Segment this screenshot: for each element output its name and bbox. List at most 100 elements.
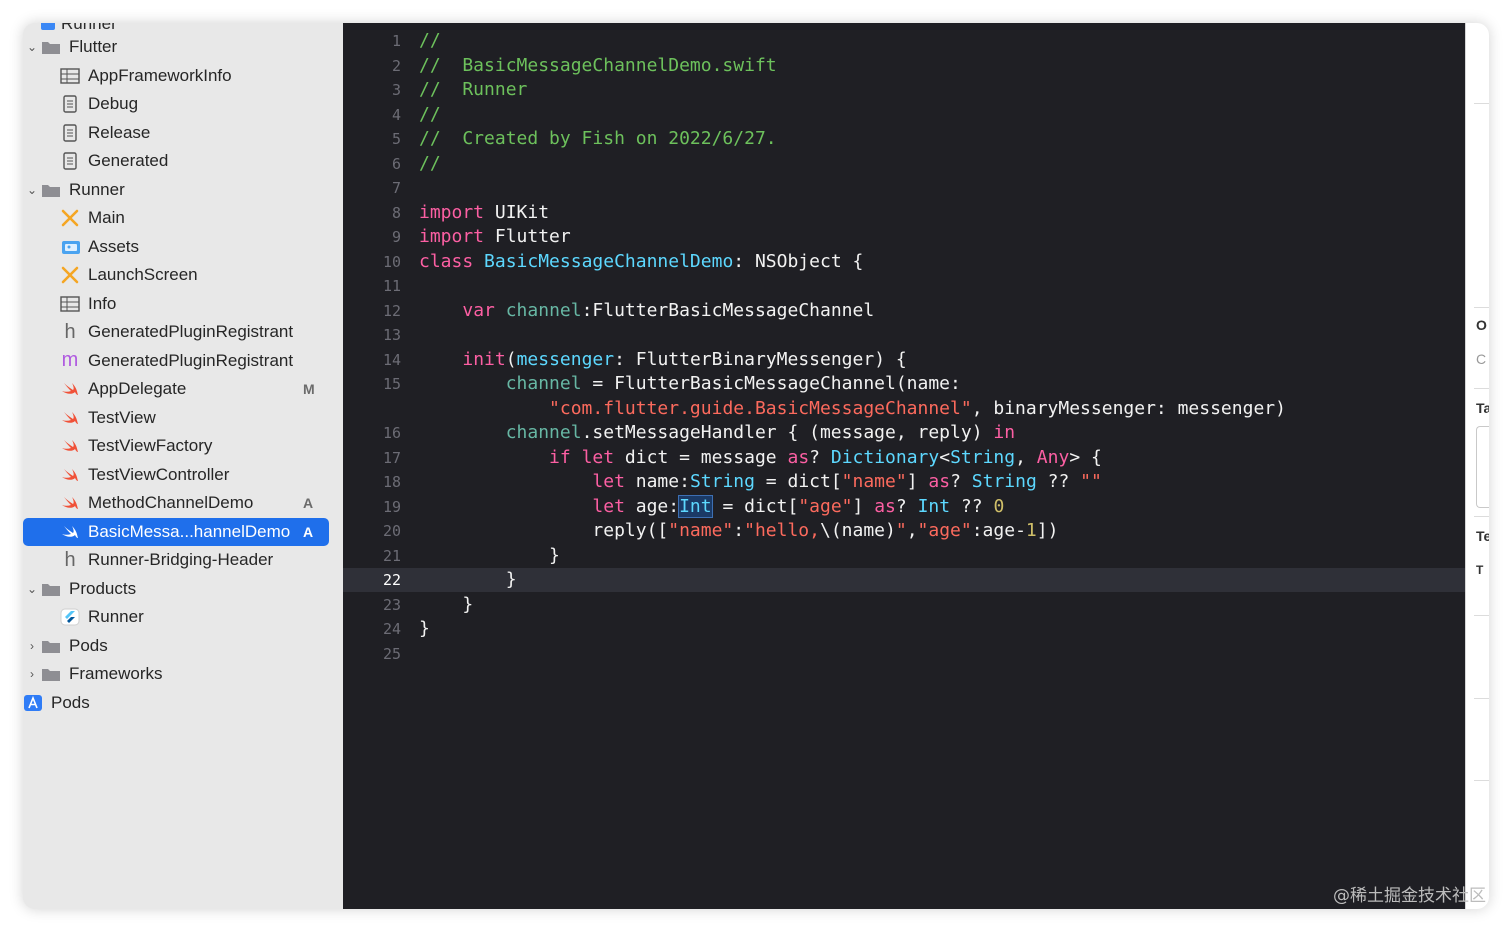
code-text[interactable]: channel.setMessageHandler { (message, re… [419, 421, 1015, 445]
navigator-tree: ⌄ Flutter AppFrameworkInfo Debug Release [23, 33, 343, 717]
navigator-file-testviewfactory[interactable]: TestViewFactory [23, 432, 343, 461]
navigator-file-release[interactable]: Release [23, 119, 343, 148]
code-line[interactable]: 3 // Runner [343, 78, 1465, 102]
code-text[interactable]: // BasicMessageChannelDemo.swift [419, 54, 777, 78]
code-line-continuation[interactable]: "com.flutter.guide.BasicMessageChannel",… [343, 397, 1465, 421]
inspector-section-label: O [1476, 317, 1487, 333]
divider [1474, 307, 1489, 308]
source-control-badge: M [303, 381, 315, 398]
code-text[interactable]: if let dict = message as? Dictionary<Str… [419, 446, 1102, 470]
navigator-file-generated[interactable]: Generated [23, 147, 343, 176]
code-text[interactable]: } [419, 617, 430, 641]
code-line[interactable]: 19 let age:Int = dict["age"] as? Int ?? … [343, 494, 1465, 519]
code-line[interactable]: 11 [343, 274, 1465, 298]
code-line[interactable]: 2 // BasicMessageChannelDemo.swift [343, 54, 1465, 78]
code-line[interactable]: 14 init(messenger: FlutterBinaryMessenge… [343, 348, 1465, 372]
code-text[interactable]: import UIKit [419, 201, 549, 225]
code-text[interactable]: channel = FlutterBasicMessageChannel(nam… [419, 372, 961, 396]
code-text[interactable]: } [419, 568, 517, 592]
navigator-folder-products[interactable]: ⌄ Products [23, 575, 343, 604]
navigator-folder-flutter[interactable]: ⌄ Flutter [23, 33, 343, 62]
chevron-right-icon[interactable]: › [25, 639, 39, 653]
navigator-folder-pods[interactable]: › Pods [23, 632, 343, 661]
code-text[interactable]: import Flutter [419, 225, 571, 249]
code-line[interactable]: 18 let name:String = dict["name"] as? St… [343, 470, 1465, 494]
plist-table-icon [60, 67, 80, 85]
code-line[interactable]: 25 [343, 642, 1465, 666]
code-text[interactable]: // Created by Fish on 2022/6/27. [419, 127, 777, 151]
code-line[interactable]: 13 [343, 323, 1465, 347]
line-number: 24 [382, 620, 401, 638]
flutter-app-icon [60, 608, 80, 626]
line-number: 8 [391, 203, 401, 222]
code-line[interactable]: 5 // Created by Fish on 2022/6/27. [343, 127, 1465, 151]
swift-icon [60, 494, 80, 512]
navigator-file-header-registrant[interactable]: h GeneratedPluginRegistrant [23, 318, 343, 347]
navigator-file-main[interactable]: Main [23, 204, 343, 233]
code-line-current[interactable]: 22 } [343, 568, 1465, 592]
navigator-file-bridging-header[interactable]: h Runner-Bridging-Header [23, 546, 343, 575]
line-number: 23 [382, 595, 401, 614]
navigator-product-runner[interactable]: Runner [23, 603, 343, 632]
code-text[interactable]: let age:Int = dict["age"] as? Int ?? 0 [419, 494, 1004, 519]
project-navigator: Runner ⌄ Flutter AppFrameworkInfo Debug [23, 23, 343, 909]
code-line[interactable]: 12 var channel:FlutterBasicMessageChanne… [343, 299, 1465, 323]
navigator-file-impl-registrant[interactable]: m GeneratedPluginRegistrant [23, 347, 343, 376]
code-text[interactable]: } [419, 544, 560, 568]
code-line[interactable]: 10 class BasicMessageChannelDemo: NSObjec… [343, 250, 1465, 274]
chevron-down-icon[interactable]: ⌄ [25, 582, 39, 596]
line-number: 22 [382, 571, 401, 589]
folder-icon [41, 665, 61, 683]
storyboard-icon [60, 209, 80, 227]
document-icon [60, 124, 80, 142]
code-line[interactable]: 24} [343, 617, 1465, 641]
navigator-file-testview[interactable]: TestView [23, 404, 343, 433]
navigator-folder-frameworks[interactable]: › Frameworks [23, 660, 343, 689]
code-line[interactable]: 1 // [343, 29, 1465, 53]
code-line[interactable]: 8 import UIKit [343, 201, 1465, 225]
navigator-file-debug[interactable]: Debug [23, 90, 343, 119]
header-file-icon: h [64, 320, 76, 343]
code-line[interactable]: 21 } [343, 544, 1465, 568]
code-text[interactable]: // [419, 103, 441, 127]
code-text[interactable]: let name:String = dict["name"] as? Strin… [419, 470, 1101, 494]
code-text[interactable]: // Runner [419, 78, 527, 102]
chevron-down-icon[interactable]: ⌄ [25, 183, 39, 197]
navigator-file-methodchanneldemo[interactable]: MethodChannelDemo A [23, 489, 343, 518]
source-editor[interactable]: 1 // 2 // BasicMessageChannelDemo.swift 3 /… [343, 23, 1465, 909]
code-line[interactable]: 4 // [343, 103, 1465, 127]
code-line[interactable]: 9 import Flutter [343, 225, 1465, 249]
navigator-file-basicmessagechanneldemo[interactable]: BasicMessa...hannelDemo A [23, 517, 329, 546]
navigator-file-launchscreen[interactable]: LaunchScreen [23, 261, 343, 290]
code-text[interactable]: class BasicMessageChannelDemo: NSObject … [419, 250, 863, 274]
line-number: 11 [382, 277, 401, 295]
code-line[interactable]: 7 [343, 176, 1465, 200]
code-line[interactable]: 17 if let dict = message as? Dictionary<… [343, 446, 1465, 470]
navigator-file-assets[interactable]: Assets [23, 233, 343, 262]
code-text[interactable]: reply(["name":"hello,\(name)","age":age-… [419, 519, 1058, 543]
code-text[interactable]: init(messenger: FlutterBinaryMessenger) … [419, 348, 906, 372]
navigator-project-pods[interactable]: Pods [23, 689, 343, 718]
code-line[interactable]: 16 channel.setMessageHandler { (message,… [343, 421, 1465, 445]
inspector-text-area[interactable] [1476, 426, 1489, 508]
chevron-right-icon[interactable]: › [25, 667, 39, 681]
navigator-folder-runner[interactable]: ⌄ Runner [23, 176, 343, 205]
code-text[interactable]: } [419, 593, 473, 617]
navigator-file-info[interactable]: Info [23, 290, 343, 319]
divider [1474, 103, 1489, 104]
navigator-file-appdelegate[interactable]: AppDelegate M [23, 375, 343, 404]
chevron-down-icon[interactable]: ⌄ [25, 40, 39, 54]
folder-icon [41, 23, 55, 30]
navigator-file-appframeworkinfo[interactable]: AppFrameworkInfo [23, 62, 343, 91]
code-text[interactable]: // [419, 29, 441, 53]
code-line[interactable]: 15 channel = FlutterBasicMessageChannel(… [343, 372, 1465, 396]
code-line[interactable]: 6 // [343, 152, 1465, 176]
code-line[interactable]: 20 reply(["name":"hello,\(name)","age":a… [343, 519, 1465, 543]
line-number: 12 [382, 301, 401, 320]
code-text[interactable]: var channel:FlutterBasicMessageChannel [419, 299, 874, 323]
code-text[interactable]: // [419, 152, 441, 176]
navigator-file-testviewcontroller[interactable]: TestViewController [23, 461, 343, 490]
code-text[interactable]: "com.flutter.guide.BasicMessageChannel",… [419, 397, 1286, 421]
swift-icon [60, 437, 80, 455]
code-line[interactable]: 23 } [343, 593, 1465, 617]
